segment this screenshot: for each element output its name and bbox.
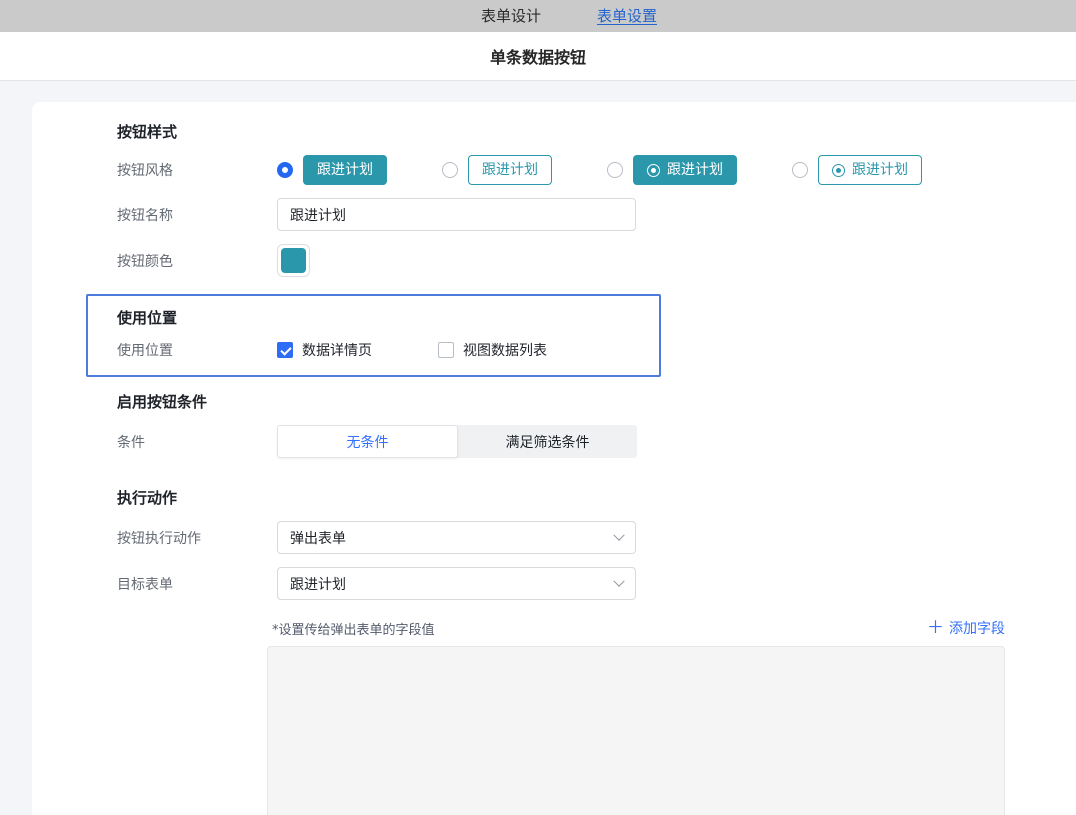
chevron-down-icon xyxy=(613,529,624,540)
add-field-button[interactable]: ＋ 添加字段 xyxy=(927,618,1005,638)
top-tab-bar: 表单设计 表单设置 xyxy=(0,0,1076,32)
radio-button-icon[interactable] xyxy=(277,162,293,178)
action-select[interactable]: 弹出表单 xyxy=(277,521,636,554)
condition-segmented-control: 无条件 满足筛选条件 xyxy=(277,425,637,458)
plus-icon: ＋ xyxy=(927,620,944,637)
checkbox-option-detail-page[interactable]: 数据详情页 xyxy=(277,340,372,360)
action-select-value: 弹出表单 xyxy=(290,528,346,548)
target-form-select[interactable]: 跟进计划 xyxy=(277,567,636,600)
style-option-filled[interactable]: 跟进计划 xyxy=(277,155,387,185)
button-preview-outlined-icon[interactable]: 跟进计划 xyxy=(818,155,922,185)
button-preview-text: 跟进计划 xyxy=(667,163,723,177)
section-heading-button-style: 按钮样式 xyxy=(117,122,1076,142)
color-swatch[interactable] xyxy=(277,244,310,277)
tab-form-settings[interactable]: 表单设置 xyxy=(597,0,657,32)
section-heading-action: 执行动作 xyxy=(117,488,1076,508)
condition-label: 条件 xyxy=(117,432,277,452)
settings-card: 按钮样式 按钮风格 跟进计划 跟进计划 跟进计划 xyxy=(32,102,1076,815)
field-values-panel xyxy=(267,646,1005,815)
segment-filter-condition[interactable]: 满足筛选条件 xyxy=(458,425,637,458)
usage-position-label: 使用位置 xyxy=(117,340,277,360)
usage-position-row: 使用位置 数据详情页 视图数据列表 xyxy=(117,340,659,360)
checkbox-label: 数据详情页 xyxy=(302,340,372,360)
button-preview-filled[interactable]: 跟进计划 xyxy=(303,155,387,185)
field-values-note: *设置传给弹出表单的字段值 xyxy=(272,619,435,638)
segment-no-condition[interactable]: 无条件 xyxy=(277,425,458,458)
action-row: 按钮执行动作 弹出表单 xyxy=(117,521,1076,554)
usage-position-section: 使用位置 使用位置 数据详情页 视图数据列表 xyxy=(86,294,661,377)
section-heading-condition: 启用按钮条件 xyxy=(117,392,1076,412)
field-values-header: *设置传给弹出表单的字段值 ＋ 添加字段 xyxy=(267,618,1005,638)
target-form-label: 目标表单 xyxy=(117,574,277,594)
target-icon xyxy=(832,164,845,177)
radio-button-icon[interactable] xyxy=(792,162,808,178)
button-preview-filled-icon[interactable]: 跟进计划 xyxy=(633,155,737,185)
header-gap xyxy=(0,81,1076,102)
button-style-label: 按钮风格 xyxy=(117,160,277,180)
target-icon xyxy=(647,164,660,177)
button-preview-text: 跟进计划 xyxy=(852,163,908,177)
checkbox-unchecked-icon[interactable] xyxy=(438,342,454,358)
radio-button-icon[interactable] xyxy=(607,162,623,178)
field-values-block: *设置传给弹出表单的字段值 ＋ 添加字段 xyxy=(267,618,1005,815)
button-color-label: 按钮颜色 xyxy=(117,251,277,271)
section-heading-usage-position: 使用位置 xyxy=(117,308,659,328)
button-style-options: 跟进计划 跟进计划 跟进计划 跟进计划 xyxy=(277,155,922,185)
button-preview-text: 跟进计划 xyxy=(317,163,373,177)
page-title: 单条数据按钮 xyxy=(490,44,586,68)
style-option-outlined-icon[interactable]: 跟进计划 xyxy=(792,155,922,185)
chevron-down-icon xyxy=(613,575,624,586)
add-field-label: 添加字段 xyxy=(949,618,1005,638)
button-preview-text: 跟进计划 xyxy=(482,163,538,177)
button-preview-outlined[interactable]: 跟进计划 xyxy=(468,155,552,185)
condition-row: 条件 无条件 满足筛选条件 xyxy=(117,425,1076,458)
target-form-select-value: 跟进计划 xyxy=(290,574,346,594)
target-form-row: 目标表单 跟进计划 xyxy=(117,567,1076,600)
checkbox-checked-icon[interactable] xyxy=(277,342,293,358)
button-color-row: 按钮颜色 xyxy=(117,244,1076,277)
button-name-input[interactable] xyxy=(277,198,636,231)
action-label: 按钮执行动作 xyxy=(117,528,277,548)
page-header: 单条数据按钮 xyxy=(0,32,1076,81)
color-swatch-fill xyxy=(281,248,306,273)
style-option-filled-icon[interactable]: 跟进计划 xyxy=(607,155,737,185)
button-style-row: 按钮风格 跟进计划 跟进计划 跟进计划 xyxy=(117,155,1076,185)
checkbox-option-view-list[interactable]: 视图数据列表 xyxy=(438,340,547,360)
button-name-label: 按钮名称 xyxy=(117,205,277,225)
checkbox-label: 视图数据列表 xyxy=(463,340,547,360)
button-name-row: 按钮名称 xyxy=(117,198,1076,231)
radio-button-icon[interactable] xyxy=(442,162,458,178)
style-option-outlined[interactable]: 跟进计划 xyxy=(442,155,552,185)
tab-form-design[interactable]: 表单设计 xyxy=(481,0,541,32)
